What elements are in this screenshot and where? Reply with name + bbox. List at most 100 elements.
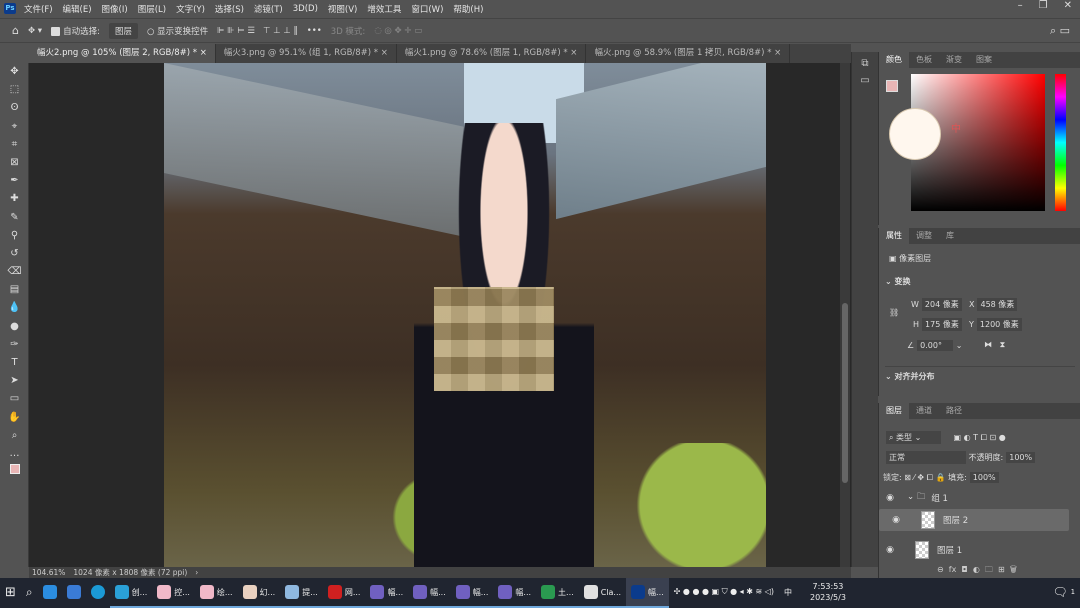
taskbar-app[interactable]: 幅... bbox=[493, 578, 537, 608]
menu-layer[interactable]: 图层(L) bbox=[138, 3, 166, 15]
menu-file[interactable]: 文件(F) bbox=[24, 3, 53, 15]
width-field[interactable]: 204 像素 bbox=[921, 298, 962, 311]
type-tool-icon[interactable]: T bbox=[0, 354, 29, 372]
notification-button[interactable]: 🗨 1 bbox=[1048, 578, 1080, 608]
taskbar-pinned-app[interactable] bbox=[62, 578, 86, 608]
color-swatches-icon[interactable] bbox=[0, 463, 29, 481]
tab-color[interactable]: 颜色 bbox=[879, 52, 909, 68]
opacity-field[interactable]: 100% bbox=[1006, 452, 1036, 463]
image-canvas[interactable] bbox=[164, 63, 766, 567]
blend-mode-dropdown[interactable]: 正常 bbox=[886, 451, 966, 464]
marquee-tool-icon[interactable]: ⬚ bbox=[0, 81, 29, 99]
zoom-level[interactable]: 104.61% bbox=[32, 568, 65, 577]
layer-row[interactable]: ◉ 图层 2 bbox=[879, 509, 1069, 531]
search-icon[interactable]: ⌕ ▭ bbox=[1050, 24, 1070, 38]
taskbar-app[interactable]: 网... bbox=[322, 578, 366, 608]
hand-tool-icon[interactable]: ✋ bbox=[0, 409, 29, 427]
link-icon[interactable]: ⛓ bbox=[889, 308, 899, 317]
auto-select-dropdown[interactable]: 图层 bbox=[108, 22, 138, 39]
tab-libraries[interactable]: 库 bbox=[939, 228, 961, 244]
taskbar-app[interactable]: 幅... bbox=[450, 578, 494, 608]
tab-gradients[interactable]: 渐变 bbox=[939, 52, 969, 68]
foreground-color[interactable] bbox=[886, 80, 898, 92]
eyedropper-tool-icon[interactable]: ✒ bbox=[0, 172, 29, 190]
search-button[interactable]: ⌕ bbox=[21, 578, 38, 608]
stamp-tool-icon[interactable]: ⚲ bbox=[0, 227, 29, 245]
y-field[interactable]: 1200 像素 bbox=[976, 318, 1022, 331]
eye-icon[interactable]: ◉ bbox=[879, 493, 901, 503]
history-brush-tool-icon[interactable]: ↺ bbox=[0, 245, 29, 263]
menu-help[interactable]: 帮助(H) bbox=[453, 3, 483, 15]
taskbar-pinned-app[interactable] bbox=[86, 578, 110, 608]
menu-plugins[interactable]: 增效工具 bbox=[367, 3, 401, 15]
history-icon[interactable]: ⧉ bbox=[852, 58, 878, 69]
menu-image[interactable]: 图像(I) bbox=[102, 3, 128, 15]
chevron-down-icon[interactable]: ⌄ bbox=[885, 277, 892, 286]
home-icon[interactable]: ⌂ bbox=[12, 24, 19, 37]
align-icons[interactable]: ⊫ ⊪ ⊨ ☰ ⊤ ⊥ ⊥ ‖ bbox=[217, 26, 298, 36]
healing-tool-icon[interactable]: ✚ bbox=[0, 190, 29, 208]
tab-doc-2[interactable]: 幅火3.png @ 95.1% (组 1, RGB/8#) * × bbox=[216, 44, 397, 63]
3d-mode-icons[interactable]: ◌ ◎ ✥ ✛ ▭ bbox=[374, 26, 422, 36]
more-options-button[interactable]: ••• bbox=[307, 26, 322, 36]
tab-layers[interactable]: 图层 bbox=[879, 403, 909, 419]
layer-actions[interactable]: ⊖ fx ◘ ◐ 🗀 ⊞ 🗑 bbox=[937, 564, 1017, 578]
taskbar-app[interactable]: 绘... bbox=[194, 578, 238, 608]
clock[interactable]: 7:53:53 2023/5/3 bbox=[797, 578, 851, 608]
eye-icon[interactable]: ◉ bbox=[879, 545, 901, 555]
dodge-tool-icon[interactable]: ● bbox=[0, 318, 29, 336]
tab-paths[interactable]: 路径 bbox=[939, 403, 969, 419]
restore-icon[interactable]: ❐ bbox=[1039, 0, 1048, 11]
system-tray[interactable]: ✣ ● ● ● ▣ ⛉ ● ◂ ✱ ≋ ◁) bbox=[669, 578, 779, 608]
blur-tool-icon[interactable]: 💧 bbox=[0, 299, 29, 317]
taskbar-app[interactable]: 幻... bbox=[237, 578, 281, 608]
menu-filter[interactable]: 滤镜(T) bbox=[254, 3, 283, 15]
menu-select[interactable]: 选择(S) bbox=[215, 3, 244, 15]
taskbar-app[interactable]: 控... bbox=[152, 578, 195, 608]
comment-icon[interactable]: ▭ bbox=[852, 75, 878, 86]
taskbar-app[interactable]: 幅... bbox=[408, 578, 451, 608]
tab-properties[interactable]: 属性 bbox=[879, 228, 909, 244]
brush-tool-icon[interactable]: ✎ bbox=[0, 209, 29, 227]
pen-tool-icon[interactable]: ✑ bbox=[0, 336, 29, 354]
taskbar-app[interactable]: 土... bbox=[536, 578, 579, 608]
fill-field[interactable]: 100% bbox=[969, 472, 999, 483]
flip-icons[interactable]: ⧓ ⧗ bbox=[984, 340, 1005, 350]
x-field[interactable]: 458 像素 bbox=[977, 298, 1018, 311]
move-tool-icon[interactable]: ✥ ▾ bbox=[28, 26, 42, 36]
menu-edit[interactable]: 编辑(E) bbox=[63, 3, 92, 15]
rectangle-tool-icon[interactable]: ▭ bbox=[0, 390, 29, 408]
tab-channels[interactable]: 通道 bbox=[909, 403, 939, 419]
taskbar-app[interactable]: Cla... bbox=[578, 578, 627, 608]
eye-icon[interactable]: ◉ bbox=[885, 515, 907, 525]
taskbar-app[interactable]: 创... bbox=[109, 578, 153, 608]
start-button[interactable]: ⊞ bbox=[0, 578, 21, 608]
height-field[interactable]: 175 像素 bbox=[922, 318, 962, 331]
taskbar-app[interactable]: 提... bbox=[280, 578, 323, 608]
lasso-tool-icon[interactable]: ʘ bbox=[0, 99, 29, 117]
eraser-tool-icon[interactable]: ⌫ bbox=[0, 263, 29, 281]
close-icon[interactable]: ✕ bbox=[1064, 0, 1072, 11]
quick-select-tool-icon[interactable]: ⌖ bbox=[0, 118, 29, 136]
more-tool-icon[interactable]: … bbox=[0, 445, 29, 463]
taskbar-pinned-app[interactable] bbox=[38, 578, 62, 608]
menu-window[interactable]: 窗口(W) bbox=[411, 3, 443, 15]
tab-doc-4[interactable]: 幅火.png @ 58.9% (图层 1 拷贝, RGB/8#) * × bbox=[586, 44, 791, 63]
path-select-tool-icon[interactable]: ➤ bbox=[0, 372, 29, 390]
tab-doc-1[interactable]: 幅火2.png @ 105% (图层 2, RGB/8#) * × bbox=[29, 44, 216, 63]
tab-adjustments[interactable]: 调整 bbox=[909, 228, 939, 244]
show-transform-checkbox[interactable]: ○ 显示变换控件 bbox=[147, 25, 208, 37]
minimize-icon[interactable]: – bbox=[1018, 0, 1023, 11]
tab-doc-3[interactable]: 幅火1.png @ 78.6% (图层 1, RGB/8#) * × bbox=[397, 44, 587, 63]
filter-icons[interactable]: ▣ ◐ T ⧠ ⊡ ● bbox=[954, 433, 1006, 442]
chevron-down-icon[interactable]: ⌄ bbox=[885, 372, 892, 381]
tab-patterns[interactable]: 图案 bbox=[969, 52, 999, 68]
auto-select-checkbox[interactable]: 自动选择: bbox=[51, 25, 100, 37]
gradient-tool-icon[interactable]: ▤ bbox=[0, 281, 29, 299]
menu-view[interactable]: 视图(V) bbox=[328, 3, 357, 15]
vertical-scrollbar[interactable] bbox=[840, 63, 850, 567]
zoom-tool-icon[interactable]: ⌕ bbox=[0, 427, 29, 445]
move-tool-icon[interactable]: ✥ bbox=[0, 63, 29, 81]
layer-row[interactable]: ◉ 图层 1 bbox=[879, 539, 1069, 561]
tab-swatches[interactable]: 色板 bbox=[909, 52, 939, 68]
